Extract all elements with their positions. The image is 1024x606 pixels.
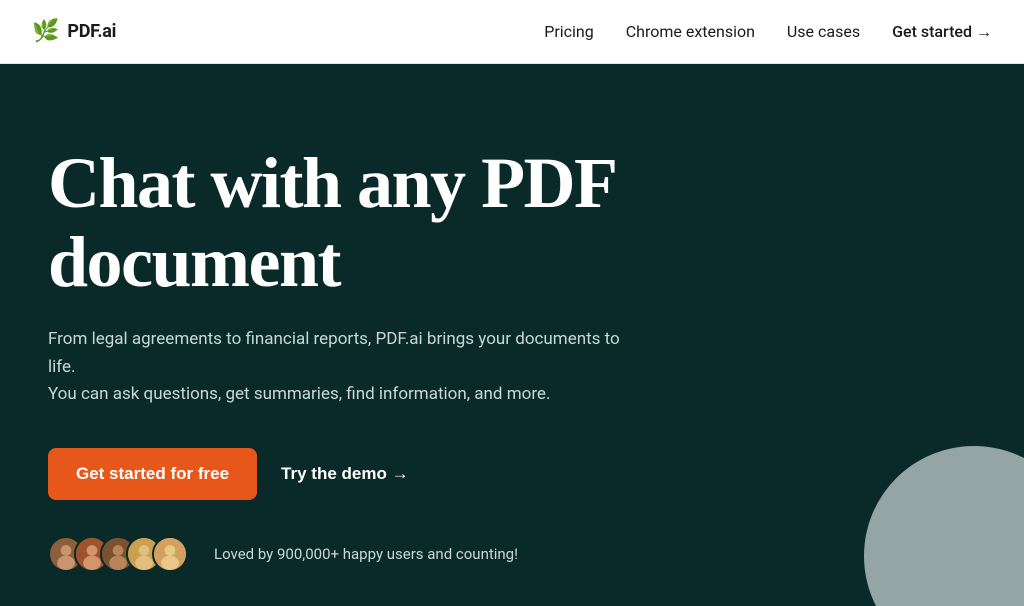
logo-icon: 🌿	[32, 19, 59, 44]
hero-heading: Chat with any PDF document	[48, 144, 868, 302]
avatar-group	[48, 536, 188, 572]
avatar	[152, 536, 188, 572]
try-demo-button[interactable]: Try the demo →	[281, 464, 409, 484]
hero-subtitle-line1: From legal agreements to financial repor…	[48, 326, 628, 380]
hero-subtitle: From legal agreements to financial repor…	[48, 326, 628, 408]
get-started-button[interactable]: Get started for free	[48, 448, 257, 500]
nav-get-started[interactable]: Get started →	[892, 22, 992, 42]
hero-section: Chat with any PDF document From legal ag…	[0, 64, 1024, 606]
social-proof: Loved by 900,000+ happy users and counti…	[48, 536, 976, 572]
nav-pricing[interactable]: Pricing	[544, 22, 594, 41]
avatar-image	[154, 536, 186, 572]
nav-links: Pricing Chrome extension Use cases Get s…	[544, 22, 992, 42]
logo[interactable]: 🌿 PDF.ai	[32, 19, 116, 44]
hero-buttons: Get started for free Try the demo →	[48, 448, 976, 500]
logo-text: PDF.ai	[67, 21, 116, 42]
social-proof-text: Loved by 900,000+ happy users and counti…	[214, 545, 518, 563]
hero-subtitle-line2: You can ask questions, get summaries, fi…	[48, 381, 628, 408]
navbar: 🌿 PDF.ai Pricing Chrome extension Use ca…	[0, 0, 1024, 64]
nav-use-cases[interactable]: Use cases	[787, 22, 860, 41]
nav-chrome-extension[interactable]: Chrome extension	[626, 22, 755, 41]
